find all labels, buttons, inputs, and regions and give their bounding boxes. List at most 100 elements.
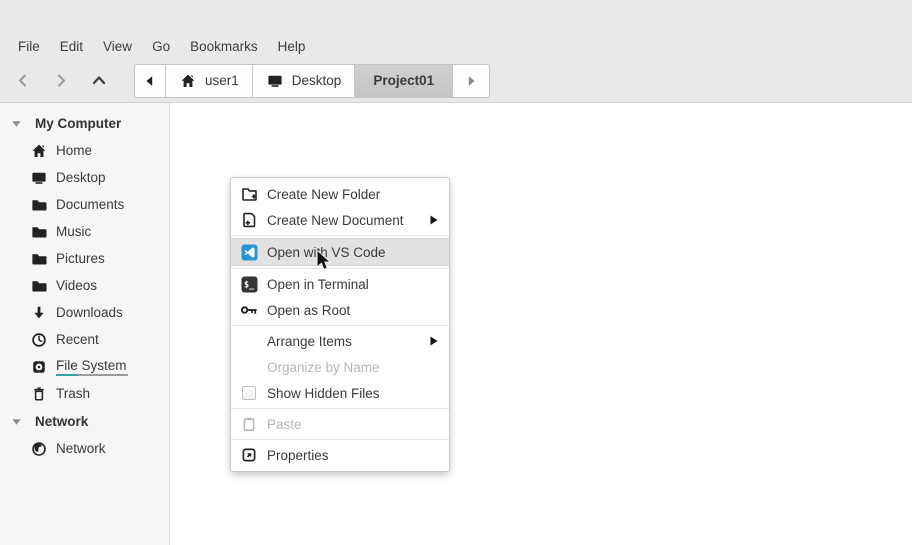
breadcrumb-label: user1 — [205, 73, 239, 88]
context-menu-item-arrange-items[interactable]: Arrange Items — [231, 328, 449, 354]
folder-icon — [30, 278, 48, 294]
home-icon — [30, 143, 48, 159]
sidebar-item-network[interactable]: Network — [0, 435, 169, 462]
sidebar-section-label: My Computer — [35, 115, 122, 131]
breadcrumb-label: Desktop — [291, 73, 342, 88]
mouse-cursor — [316, 250, 331, 271]
context-menu-item-open-as-root[interactable]: Open as Root — [231, 297, 449, 323]
menu-separator — [231, 325, 449, 326]
icon-spacer — [240, 333, 258, 349]
context-menu-item-organize-by-name: Organize by Name — [231, 354, 449, 380]
sidebar-item-pictures[interactable]: Pictures — [0, 245, 169, 272]
sidebar-item-trash[interactable]: Trash — [0, 380, 169, 407]
desktop-icon — [266, 73, 284, 89]
sidebar-item-music[interactable]: Music — [0, 218, 169, 245]
breadcrumb-scroll-right-button[interactable] — [453, 63, 491, 98]
window-titlebar — [0, 0, 912, 33]
sidebar-item-label: Videos — [56, 278, 98, 293]
globe-icon — [30, 441, 48, 457]
expander-icon — [7, 115, 25, 131]
context-menu-item-open-in-terminal[interactable]: $_ Open in Terminal — [231, 271, 449, 297]
back-button[interactable] — [4, 64, 42, 98]
sidebar-item-label: Recent — [56, 332, 99, 347]
chevron-right-icon — [52, 73, 70, 89]
menu-separator — [231, 439, 449, 440]
context-menu: Create New Folder Create New Document Open… — [230, 177, 450, 472]
up-button[interactable] — [80, 64, 118, 98]
home-icon — [179, 73, 197, 89]
menubar-item-view[interactable]: View — [93, 36, 142, 57]
breadcrumb: user1 Desktop Project01 — [134, 63, 491, 98]
menu-item-label: Show Hidden Files — [267, 385, 380, 401]
forward-button[interactable] — [42, 64, 80, 98]
clock-icon — [30, 332, 48, 348]
sidebar-item-label: Network — [56, 441, 106, 456]
breadcrumb-label: Project01 — [373, 73, 435, 88]
file-manager-window: { "menubar": { "items": [ {"label":"File… — [0, 0, 912, 545]
chevron-up-icon — [90, 73, 108, 89]
context-menu-item-create-new-document[interactable]: Create New Document — [231, 207, 449, 233]
breadcrumb-scroll-left-button[interactable] — [134, 63, 166, 98]
menu-item-label: Open with VS Code — [267, 244, 386, 260]
hidden-files-checkbox[interactable] — [240, 385, 258, 401]
icon-spacer — [240, 359, 258, 375]
sidebar-item-videos[interactable]: Videos — [0, 272, 169, 299]
context-menu-item-paste: Paste — [231, 411, 449, 437]
menu-item-label: Arrange Items — [267, 333, 352, 349]
tri-right-icon — [462, 73, 480, 89]
breadcrumb-user1-button[interactable]: user1 — [166, 63, 253, 98]
submenu-arrow-icon — [428, 214, 439, 226]
properties-icon — [240, 447, 258, 463]
sidebar-section-my-computer[interactable]: My Computer — [0, 109, 169, 137]
context-menu-item-show-hidden-files[interactable]: Show Hidden Files — [231, 380, 449, 406]
sidebar-item-label: Trash — [56, 386, 91, 401]
menu-item-label: Properties — [267, 447, 329, 463]
sidebar-item-recent[interactable]: Recent — [0, 326, 169, 353]
disk-usage-bar — [56, 373, 128, 376]
file-plus-icon — [240, 212, 258, 228]
sidebar-item-label: Downloads — [56, 305, 123, 320]
download-icon — [30, 305, 48, 321]
menu-separator — [231, 408, 449, 409]
sidebar-item-documents[interactable]: Documents — [0, 191, 169, 218]
menu-item-label: Organize by Name — [267, 359, 380, 375]
terminal-icon: $_ — [240, 276, 258, 292]
context-menu-item-open-with-vs-code[interactable]: Open with VS Code — [231, 238, 449, 266]
context-menu-item-properties[interactable]: Properties — [231, 442, 449, 468]
menubar-item-file[interactable]: File — [8, 36, 50, 57]
svg-text:$_: $_ — [244, 280, 255, 290]
sidebar-section-network[interactable]: Network — [0, 407, 169, 435]
sidebar-item-home[interactable]: Home — [0, 137, 169, 164]
trash-icon — [30, 386, 48, 402]
folder-icon — [30, 197, 48, 213]
sidebar-section-label: Network — [35, 413, 89, 429]
sidebar-item-label: Pictures — [56, 251, 105, 266]
sidebar-item-label: Music — [56, 224, 92, 239]
menubar-item-help[interactable]: Help — [268, 36, 316, 57]
menu-separator — [231, 235, 449, 236]
sidebar-item-file-system[interactable]: File System — [0, 353, 169, 380]
sidebar-item-downloads[interactable]: Downloads — [0, 299, 169, 326]
breadcrumb-desktop-button[interactable]: Desktop — [252, 63, 356, 98]
sidebar-item-desktop[interactable]: Desktop — [0, 164, 169, 191]
menu-item-label: Open as Root — [267, 302, 351, 318]
breadcrumb-project01-button[interactable]: Project01 — [355, 63, 454, 98]
folder-icon — [30, 251, 48, 267]
menubar-item-go[interactable]: Go — [142, 36, 180, 57]
context-menu-item-create-new-folder[interactable]: Create New Folder — [231, 181, 449, 207]
submenu-arrow-icon — [428, 335, 439, 347]
folder-icon — [30, 224, 48, 240]
menubar-item-edit[interactable]: Edit — [50, 36, 93, 57]
toolbar: user1 Desktop Project01 — [0, 59, 912, 103]
menu-separator — [231, 268, 449, 269]
sidebar-item-label: File System — [56, 357, 127, 373]
menubar-item-bookmarks[interactable]: Bookmarks — [180, 36, 268, 57]
nav-buttons — [4, 64, 118, 98]
menu-item-label: Open in Terminal — [267, 276, 369, 292]
menu-item-label: Paste — [267, 416, 302, 432]
sidebar: My Computer Home Desktop Documents Music Pict… — [0, 103, 170, 545]
vscode-icon — [240, 244, 258, 260]
menu-bar: File Edit View Go Bookmarks Help — [0, 33, 912, 59]
clipboard-icon — [240, 416, 258, 432]
sidebar-item-label: Home — [56, 143, 93, 158]
